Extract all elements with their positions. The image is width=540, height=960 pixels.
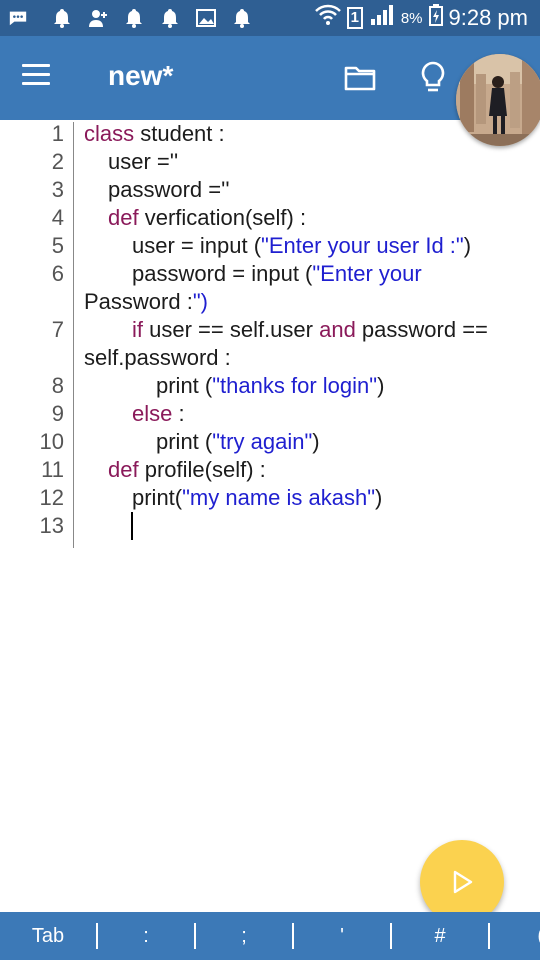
line-number: 1: [51, 121, 64, 146]
avatar[interactable]: [456, 54, 540, 146]
line-number: 2: [51, 149, 64, 174]
line-number: 13: [39, 513, 64, 538]
file-title: new*: [108, 60, 174, 91]
code-line[interactable]: Password :"): [84, 289, 208, 315]
bell-notification-icon: [232, 8, 252, 28]
code-line[interactable]: user = input ("Enter your user Id :"): [132, 233, 471, 259]
bell-notification-icon: [160, 8, 180, 28]
line-number: 12: [39, 485, 64, 510]
key-semicolon[interactable]: ;: [196, 912, 292, 960]
folder-icon[interactable]: [344, 64, 376, 92]
line-number: 11: [41, 457, 64, 482]
line-number: 3: [51, 177, 64, 202]
code-line[interactable]: print ("try again"): [156, 429, 320, 455]
line-number: 8: [51, 373, 64, 398]
bell-notification-icon: [52, 8, 72, 28]
sim-icon: 1: [346, 7, 363, 29]
code-line[interactable]: password = input ("Enter your: [132, 261, 422, 287]
code-line[interactable]: user ='': [108, 149, 178, 175]
status-bar: 1 8% 9:28 pm: [0, 0, 540, 36]
gallery-icon: [196, 8, 216, 28]
gutter-divider: [73, 122, 74, 548]
battery-charging-icon: [428, 4, 443, 32]
chat-notification-icon: [8, 8, 28, 28]
key-tab[interactable]: Tab: [0, 912, 96, 960]
key-hash[interactable]: #: [392, 912, 488, 960]
code-line[interactable]: if user == self.user and password ==: [132, 317, 488, 343]
code-line[interactable]: class student :: [84, 121, 225, 147]
bell-notification-icon: [124, 8, 144, 28]
line-number: 4: [51, 205, 64, 230]
battery-percent: 8%: [400, 9, 423, 27]
text-cursor: [131, 512, 133, 540]
code-line[interactable]: password ='': [108, 177, 230, 203]
key-colon[interactable]: :: [98, 912, 194, 960]
line-number: 6: [51, 261, 64, 286]
line-number: 10: [39, 429, 64, 454]
code-line[interactable]: def verfication(self) :: [108, 205, 306, 231]
code-line[interactable]: def profile(self) :: [108, 457, 266, 483]
key-apostrophe[interactable]: ': [294, 912, 390, 960]
key-open-paren[interactable]: (: [490, 912, 540, 960]
shortcut-key-bar: Tab : ; ' # (: [0, 912, 540, 960]
wifi-icon: [314, 4, 341, 32]
lightbulb-icon[interactable]: [418, 60, 448, 96]
line-number: 9: [51, 401, 64, 426]
signal-icon: [369, 4, 395, 32]
person-add-icon: [88, 8, 108, 28]
play-icon: [453, 870, 473, 894]
code-line[interactable]: else :: [132, 401, 185, 427]
clock: 9:28 pm: [448, 5, 529, 30]
code-line[interactable]: print("my name is akash"): [132, 485, 382, 511]
menu-icon[interactable]: [22, 64, 50, 86]
line-number: 5: [51, 233, 64, 258]
code-line[interactable]: print ("thanks for login"): [156, 373, 384, 399]
line-number: 7: [51, 317, 64, 342]
code-line[interactable]: self.password :: [84, 345, 231, 371]
